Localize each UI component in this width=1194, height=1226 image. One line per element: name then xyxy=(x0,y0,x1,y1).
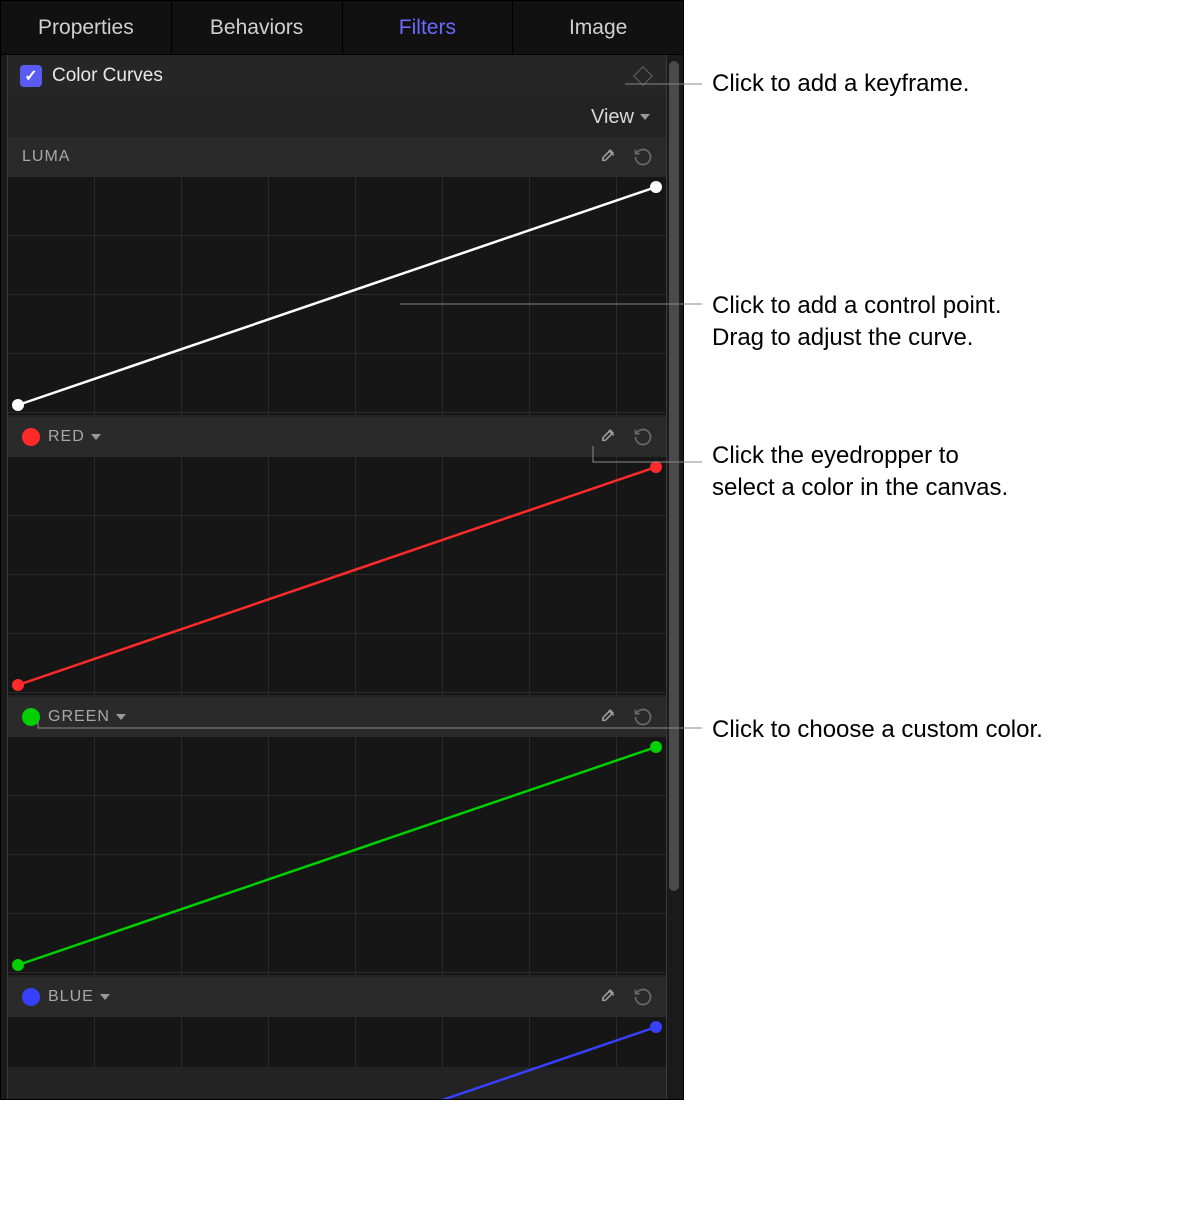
curve-label-luma: LUMA xyxy=(22,148,70,166)
curve-header-green: GREEN xyxy=(8,697,666,737)
curve-tools-red xyxy=(596,426,654,448)
scrollbar[interactable] xyxy=(667,61,681,1081)
curve-tools-luma xyxy=(596,146,654,168)
curve-point-end-red[interactable] xyxy=(650,461,662,473)
eyedropper-icon xyxy=(597,987,617,1007)
curve-header-blue: BLUE xyxy=(8,977,666,1017)
reset-button-red[interactable] xyxy=(632,426,654,448)
curve-line-green[interactable] xyxy=(8,737,666,975)
curve-point-start-red[interactable] xyxy=(12,679,24,691)
curve-label-text: RED xyxy=(48,428,85,446)
curve-tools-green xyxy=(596,706,654,728)
chevron-down-icon xyxy=(116,714,126,720)
check-icon: ✓ xyxy=(24,66,37,86)
curve-line-luma[interactable] xyxy=(8,177,666,415)
curve-label-red[interactable]: RED xyxy=(48,428,101,446)
curve-point-end-green[interactable] xyxy=(650,741,662,753)
chevron-down-icon xyxy=(100,994,110,1000)
reset-icon xyxy=(633,147,653,167)
curve-point-end-luma[interactable] xyxy=(650,181,662,193)
callout-line: Drag to adjust the curve. xyxy=(712,324,973,351)
filters-inspector: ✓ Color Curves View LUMA xyxy=(7,55,667,1100)
callout-keyframe: Click to add a keyframe. xyxy=(712,68,969,100)
reset-button-luma[interactable] xyxy=(632,146,654,168)
color-curves-checkbox[interactable]: ✓ xyxy=(20,65,42,87)
callout-eyedropper: Click the eyedropper to select a color i… xyxy=(712,440,1008,505)
curve-label-text: BLUE xyxy=(48,988,94,1006)
reset-button-blue[interactable] xyxy=(632,986,654,1008)
eyedropper-button-green[interactable] xyxy=(596,706,618,728)
view-row: View xyxy=(8,97,666,137)
eyedropper-icon xyxy=(597,147,617,167)
curve-label-text: GREEN xyxy=(48,708,110,726)
view-menu-button[interactable]: View xyxy=(591,106,650,129)
curve-point-start-luma[interactable] xyxy=(12,399,24,411)
tab-behaviors[interactable]: Behaviors xyxy=(172,1,343,54)
reset-icon xyxy=(633,427,653,447)
curve-graph-red[interactable] xyxy=(8,457,666,695)
reset-icon xyxy=(633,707,653,727)
curve-label-blue[interactable]: BLUE xyxy=(48,988,110,1006)
curve-point-end-blue[interactable] xyxy=(650,1021,662,1033)
reset-button-green[interactable] xyxy=(632,706,654,728)
curve-point-start-green[interactable] xyxy=(12,959,24,971)
callout-line: Click the eyedropper to xyxy=(712,442,959,469)
color-curves-header: ✓ Color Curves xyxy=(8,55,666,97)
view-label: View xyxy=(591,106,634,129)
scroll-thumb[interactable] xyxy=(669,61,679,891)
eyedropper-button-blue[interactable] xyxy=(596,986,618,1008)
curve-graph-luma[interactable] xyxy=(8,177,666,415)
inspector-tabs: Properties Behaviors Filters Image xyxy=(1,1,683,55)
curve-graph-blue[interactable] xyxy=(8,1017,666,1067)
curve-group-blue: BLUE xyxy=(8,977,666,1067)
curve-header-luma: LUMA xyxy=(8,137,666,177)
inspector-panel: Properties Behaviors Filters Image ✓ Col… xyxy=(0,0,684,1100)
swatch-red[interactable] xyxy=(22,428,40,446)
eyedropper-icon xyxy=(597,427,617,447)
callout-control-point: Click to add a control point. Drag to ad… xyxy=(712,290,1002,355)
swatch-blue[interactable] xyxy=(22,988,40,1006)
chevron-down-icon xyxy=(91,434,101,440)
color-curves-title: Color Curves xyxy=(52,65,163,87)
curve-line-blue[interactable] xyxy=(8,1017,666,1100)
curve-group-luma: LUMA xyxy=(8,137,666,415)
callout-custom-color: Click to choose a custom color. xyxy=(712,714,1043,746)
reset-icon xyxy=(633,987,653,1007)
curve-group-red: RED xyxy=(8,417,666,695)
tab-filters[interactable]: Filters xyxy=(343,1,514,54)
curve-graph-green[interactable] xyxy=(8,737,666,975)
add-keyframe-button[interactable] xyxy=(633,66,653,86)
swatch-green[interactable] xyxy=(22,708,40,726)
curve-tools-blue xyxy=(596,986,654,1008)
curve-label-green[interactable]: GREEN xyxy=(48,708,126,726)
tab-image[interactable]: Image xyxy=(513,1,683,54)
callout-line: select a color in the canvas. xyxy=(712,474,1008,501)
eyedropper-icon xyxy=(597,707,617,727)
chevron-down-icon xyxy=(640,114,650,120)
eyedropper-button-red[interactable] xyxy=(596,426,618,448)
curve-line-red[interactable] xyxy=(8,457,666,695)
curve-group-green: GREEN xyxy=(8,697,666,975)
eyedropper-button-luma[interactable] xyxy=(596,146,618,168)
callout-line: Click to add a control point. xyxy=(712,292,1002,319)
curve-header-red: RED xyxy=(8,417,666,457)
tab-properties[interactable]: Properties xyxy=(1,1,172,54)
